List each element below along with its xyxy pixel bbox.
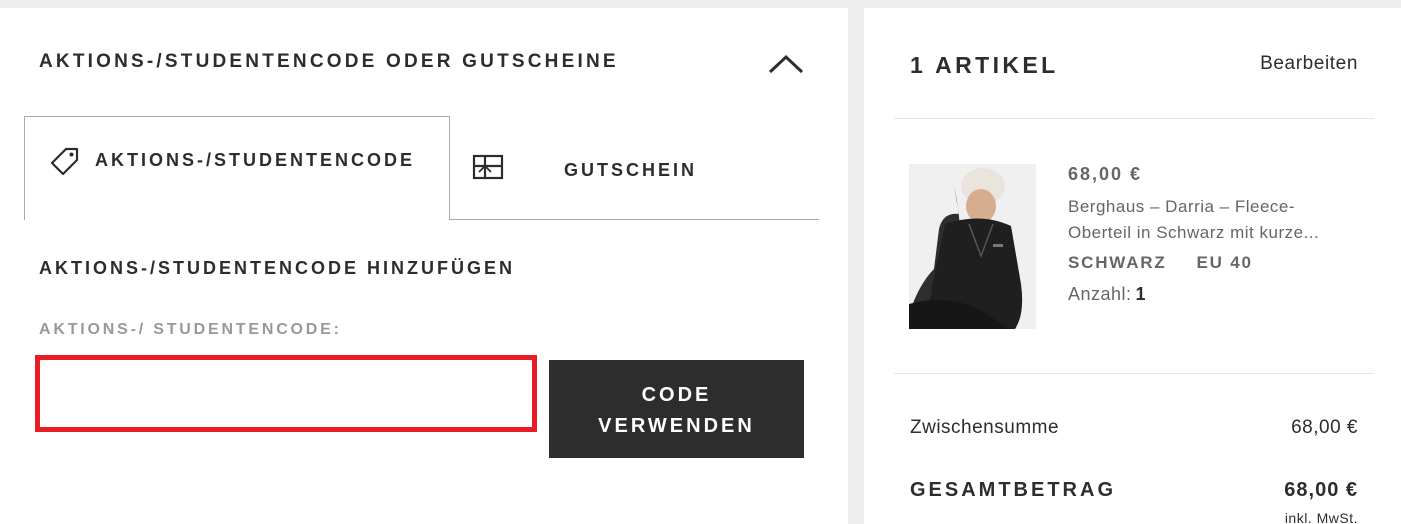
collapse-button[interactable] xyxy=(764,48,808,78)
product-variant: SCHWARZ EU 40 xyxy=(1068,253,1253,273)
divider xyxy=(894,118,1374,119)
product-name-link[interactable]: Berghaus – Darria – Fleece-Oberteil in S… xyxy=(1068,194,1358,246)
tab-promo-code-label: AKTIONS-/STUDENTENCODE xyxy=(95,150,416,170)
chevron-up-icon xyxy=(768,54,804,74)
product-thumbnail[interactable] xyxy=(909,164,1036,329)
subtotal-label: Zwischensumme xyxy=(910,417,1060,438)
divider xyxy=(894,373,1374,374)
quantity-value: 1 xyxy=(1135,284,1147,304)
quantity-label: Anzahl: xyxy=(1068,284,1132,304)
tab-gift-voucher[interactable]: GUTSCHEIN xyxy=(450,116,819,220)
product-price: 68,00 € xyxy=(1068,164,1143,184)
promo-section-title: AKTIONS-/STUDENTENCODE ODER GUTSCHEINE xyxy=(39,51,619,72)
tab-gift-voucher-label: GUTSCHEIN xyxy=(564,160,698,180)
promo-code-input[interactable] xyxy=(35,355,537,432)
order-summary-panel: 1 ARTIKEL Bearbeiten 68,00 € Berghaus – … xyxy=(864,8,1401,524)
total-value: 68,00 € xyxy=(1284,479,1358,501)
subtotal-value: 68,00 € xyxy=(1291,417,1358,438)
product-image xyxy=(909,164,1036,329)
items-count: 1 ARTIKEL xyxy=(910,52,1059,78)
total-label: GESAMTBETRAG xyxy=(910,479,1116,501)
promo-code-panel: AKTIONS-/STUDENTENCODE ODER GUTSCHEINE A… xyxy=(0,8,848,524)
product-color: SCHWARZ xyxy=(1068,253,1167,272)
add-code-heading: AKTIONS-/STUDENTENCODE HINZUFÜGEN xyxy=(39,258,515,278)
apply-code-button[interactable]: CODE VERWENDEN xyxy=(549,360,804,458)
apply-code-button-line1: CODE xyxy=(641,383,712,406)
promo-code-field-label: AKTIONS-/ STUDENTENCODE: xyxy=(39,321,342,338)
tab-promo-code[interactable]: AKTIONS-/STUDENTENCODE xyxy=(24,116,450,220)
vat-note: inkl. MwSt. xyxy=(1284,510,1358,524)
product-quantity: Anzahl: 1 xyxy=(1068,284,1146,305)
apply-code-button-line2: VERWENDEN xyxy=(598,414,755,437)
gift-card-icon xyxy=(472,154,504,185)
product-size: EU 40 xyxy=(1196,253,1253,272)
edit-link[interactable]: Bearbeiten xyxy=(1260,53,1358,75)
tag-icon xyxy=(49,145,81,182)
